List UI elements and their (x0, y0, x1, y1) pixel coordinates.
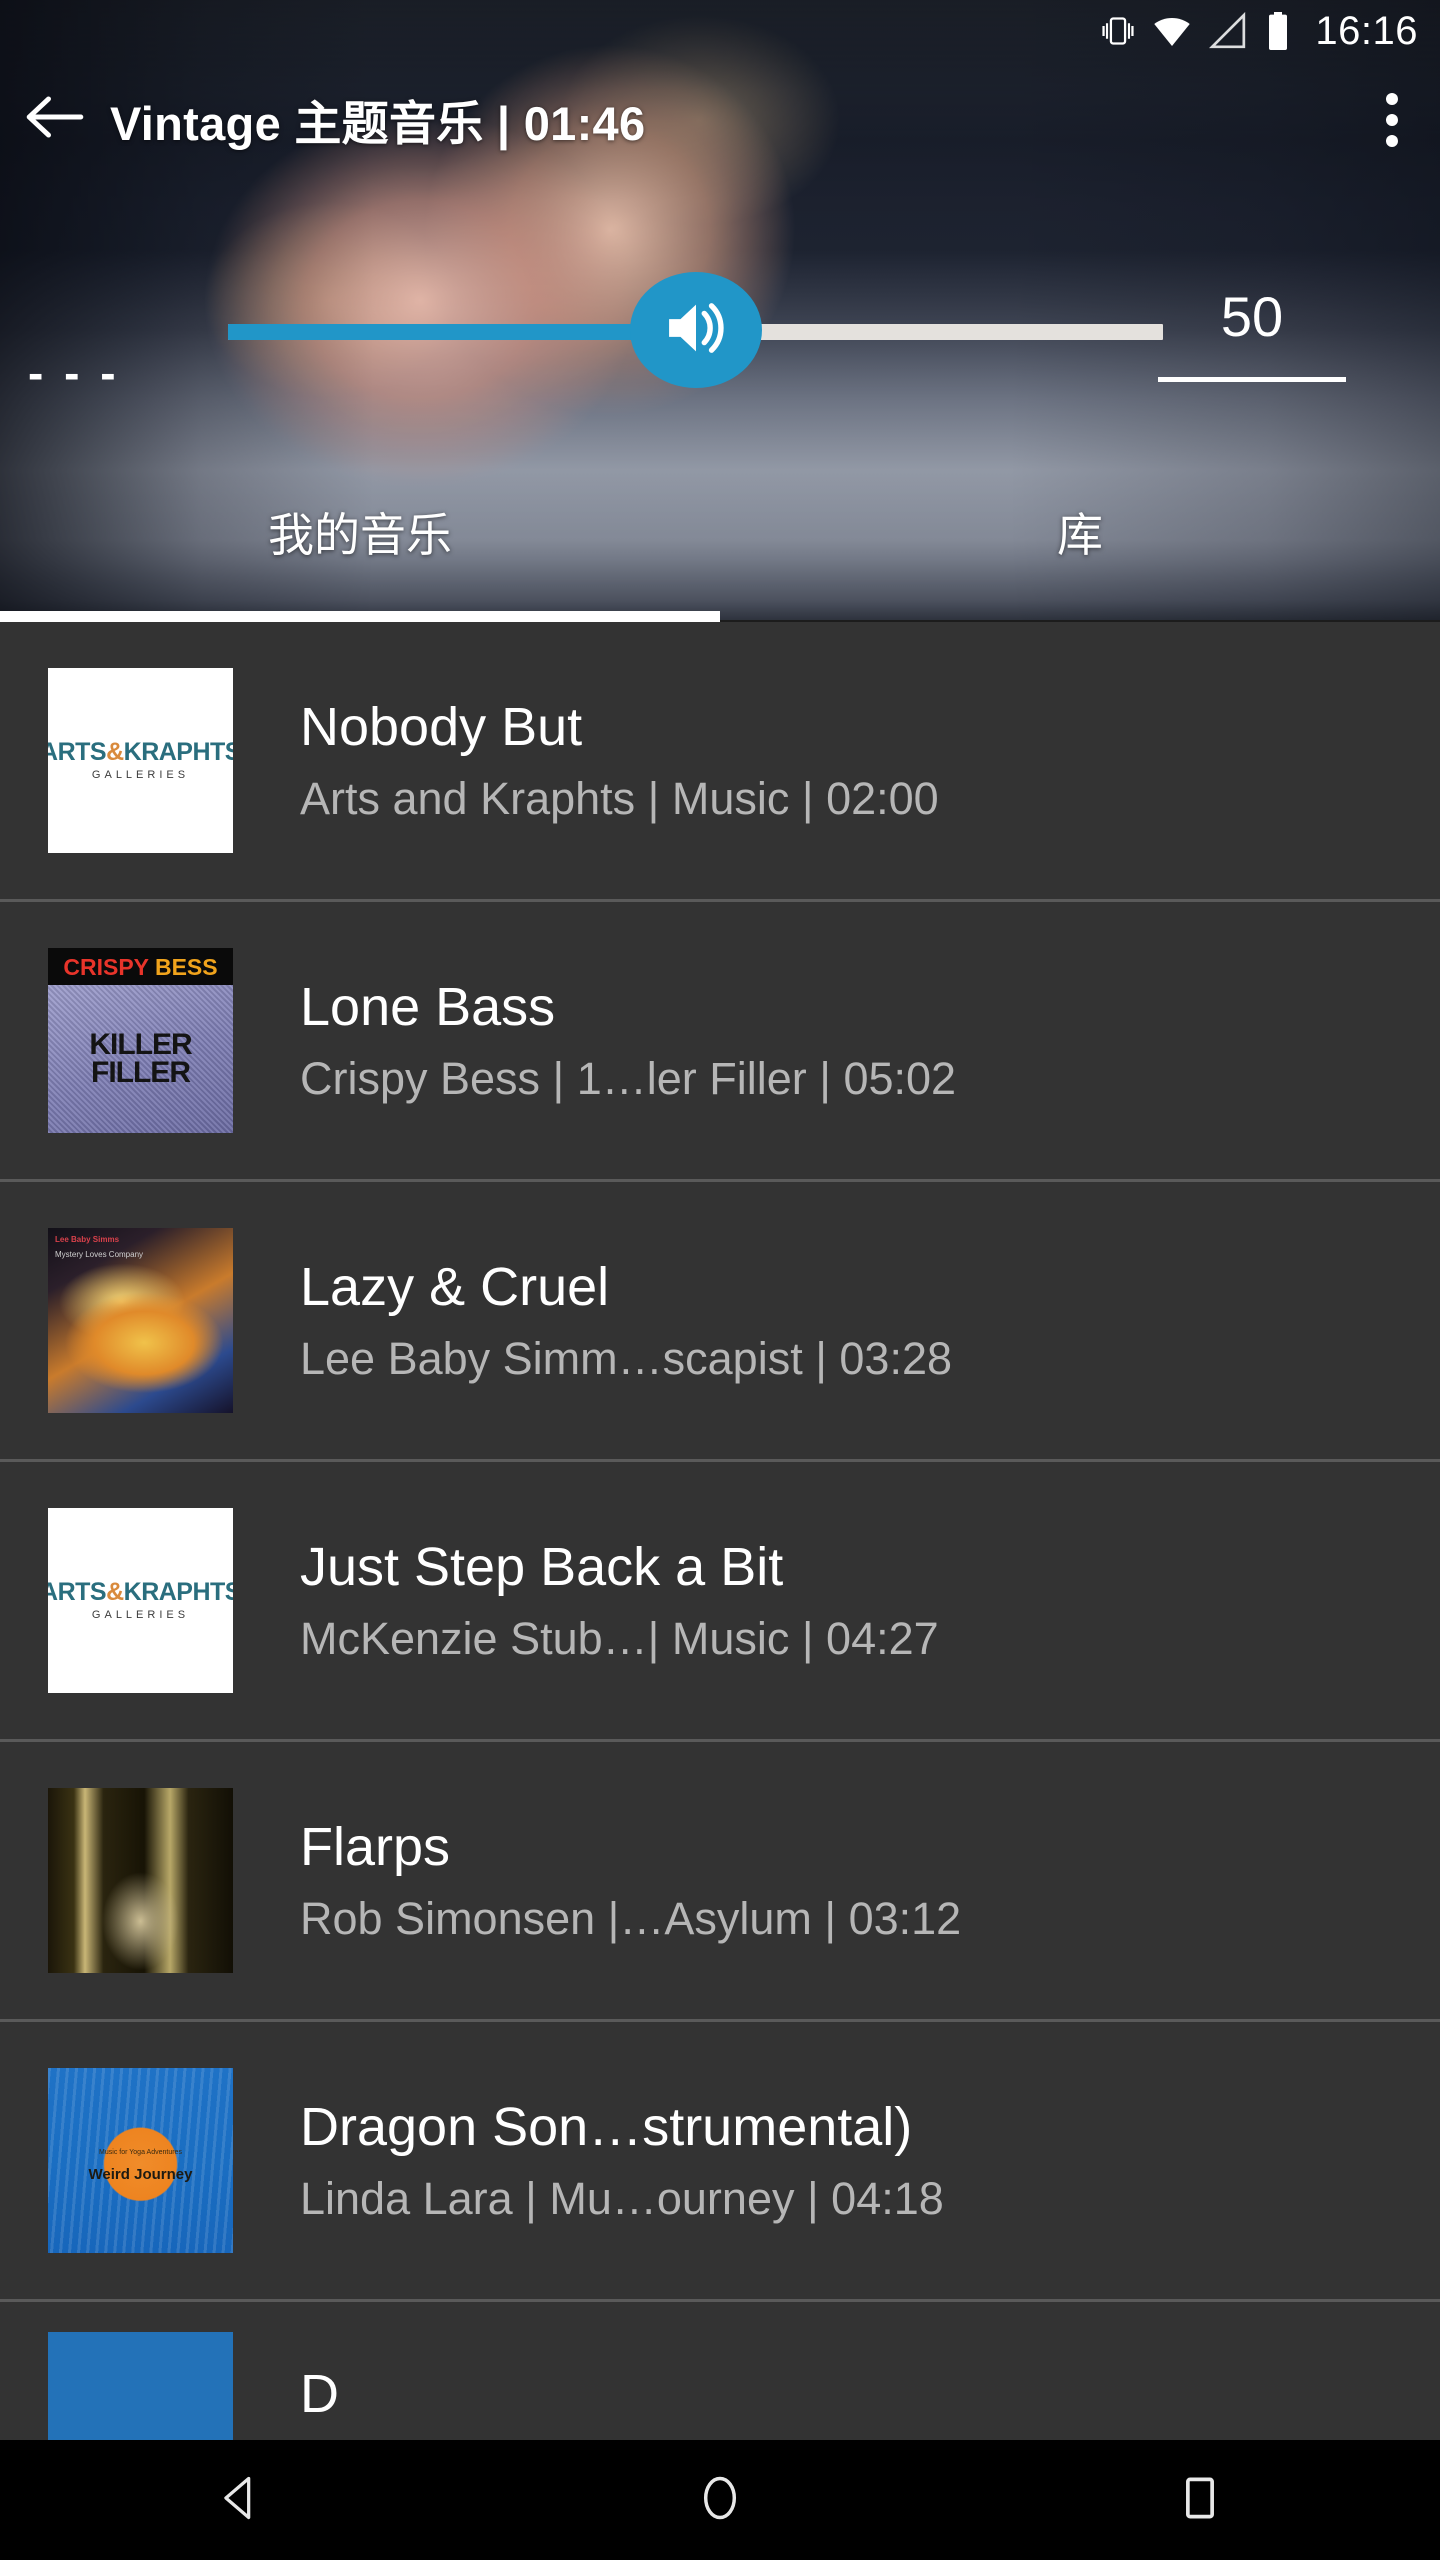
song-title: D (300, 2364, 339, 2424)
list-item-meta: Dragon Son…strumental) Linda Lara | Mu…o… (300, 2097, 1440, 2224)
song-subtitle: Linda Lara | Mu…ourney | 04:18 (300, 2174, 944, 2224)
volume-placeholder-label: - - - (28, 347, 120, 399)
app-root: 16:16 Vintage 主题音乐 | 01:46 - - - 50 我的音乐… (0, 0, 1440, 2560)
tab-active-indicator (0, 611, 720, 622)
cellular-signal-icon (1209, 12, 1247, 50)
android-back-icon (214, 2472, 266, 2529)
album-art-title: ARTS&KRAPHTS (48, 738, 233, 766)
page-title: Vintage 主题音乐 | 01:46 (110, 97, 646, 150)
song-title: Lone Bass (300, 977, 556, 1038)
song-subtitle: McKenzie Stub…| Music | 04:27 (300, 1614, 939, 1664)
album-art-subtitle: GALLERIES (91, 769, 190, 781)
song-title: Nobody But (300, 697, 583, 758)
action-bar: Vintage 主题音乐 | 01:46 (0, 62, 1440, 177)
album-art-title: Music for Yoga Adventures (99, 2149, 182, 2157)
list-item[interactable]: Flarps Rob Simonsen |…Asylum | 03:12 (0, 1742, 1440, 2022)
album-art-title: CRISPY BESS (63, 954, 218, 980)
overflow-menu-button[interactable] (1344, 62, 1440, 177)
list-item[interactable]: Music for Yoga Adventures Weird Journey … (0, 2022, 1440, 2302)
album-art: ARTS&KRAPHTS GALLERIES (48, 1508, 233, 1693)
speaker-volume-icon (658, 290, 734, 371)
volume-value-label: 50 (1220, 285, 1284, 348)
list-item-meta: Lazy & Cruel Lee Baby Simm…scapist | 03:… (300, 1257, 1440, 1384)
android-home-icon (697, 2472, 743, 2529)
song-subtitle: Rob Simonsen |…Asylum | 03:12 (300, 1894, 962, 1944)
list-item-meta: D (300, 2364, 1440, 2424)
song-subtitle: Lee Baby Simm…scapist | 03:28 (300, 1334, 952, 1384)
album-art: CRISPY BESS KILLER FILLER (48, 948, 233, 1133)
status-bar: 16:16 (0, 0, 1440, 62)
back-arrow-icon (24, 91, 86, 148)
song-title: Just Step Back a Bit (300, 1537, 784, 1598)
status-bar-clock: 16:16 (1315, 9, 1418, 53)
song-title: Flarps (300, 1817, 451, 1878)
song-list[interactable]: ARTS&KRAPHTS GALLERIES Nobody But Arts a… (0, 622, 1440, 2440)
song-subtitle: Crispy Bess | 1…ler Filler | 05:02 (300, 1054, 957, 1104)
album-art-subtitle: Mystery Loves Company (55, 1250, 144, 1259)
song-subtitle: Arts and Kraphts | Music | 02:00 (300, 774, 939, 824)
album-art-title: ARTS&KRAPHTS (48, 1578, 233, 1606)
album-art-subtitle: KILLER FILLER (48, 985, 233, 1133)
tab-my-music[interactable]: 我的音乐 (0, 470, 720, 620)
nav-back-button[interactable] (140, 2440, 340, 2560)
volume-value-underline (1158, 377, 1346, 382)
tab-bar: 我的音乐 库 (0, 470, 1440, 620)
album-art: Lee Baby Simms Mystery Loves Company (48, 1228, 233, 1413)
battery-icon (1265, 11, 1291, 51)
nav-home-button[interactable] (620, 2440, 820, 2560)
song-title: Lazy & Cruel (300, 1257, 610, 1318)
volume-slider-thumb[interactable] (629, 272, 762, 388)
album-art: Music for Yoga Adventures Weird Journey (48, 2068, 233, 2253)
album-art-title: Lee Baby Simms (55, 1235, 120, 1244)
android-recents-icon (1178, 2472, 1222, 2529)
list-item-meta: Nobody But Arts and Kraphts | Music | 02… (300, 697, 1440, 824)
list-item[interactable]: Lee Baby Simms Mystery Loves Company Laz… (0, 1182, 1440, 1462)
volume-control-row: - - - 50 (0, 255, 1440, 405)
more-dot (1386, 113, 1398, 126)
back-button[interactable] (0, 62, 110, 177)
nav-recents-button[interactable] (1100, 2440, 1300, 2560)
album-art: ARTS&KRAPHTS GALLERIES (48, 668, 233, 853)
list-item-meta: Just Step Back a Bit McKenzie Stub…| Mus… (300, 1537, 1440, 1664)
volume-slider[interactable] (228, 272, 1163, 388)
album-art-subtitle: Weird Journey (88, 2166, 193, 2184)
android-navigation-bar (0, 2440, 1440, 2560)
album-art (48, 1788, 233, 1973)
list-item-meta: Flarps Rob Simonsen |…Asylum | 03:12 (300, 1817, 1440, 1944)
song-title: Dragon Son…strumental) (300, 2097, 913, 2158)
more-dot (1386, 134, 1398, 147)
list-item-meta: Lone Bass Crispy Bess | 1…ler Filler | 0… (300, 977, 1440, 1104)
vibrate-icon (1101, 11, 1135, 51)
album-art (48, 2332, 233, 2440)
list-item[interactable]: ARTS&KRAPHTS GALLERIES Nobody But Arts a… (0, 622, 1440, 902)
list-item[interactable]: D (0, 2302, 1440, 2440)
list-item[interactable]: ARTS&KRAPHTS GALLERIES Just Step Back a … (0, 1462, 1440, 1742)
volume-slider-fill (228, 324, 696, 340)
tab-library[interactable]: 库 (720, 470, 1440, 620)
more-dot (1386, 92, 1398, 105)
list-item[interactable]: CRISPY BESS KILLER FILLER Lone Bass Crisp… (0, 902, 1440, 1182)
album-art-subtitle: GALLERIES (91, 1609, 190, 1621)
wifi-icon (1153, 12, 1191, 50)
